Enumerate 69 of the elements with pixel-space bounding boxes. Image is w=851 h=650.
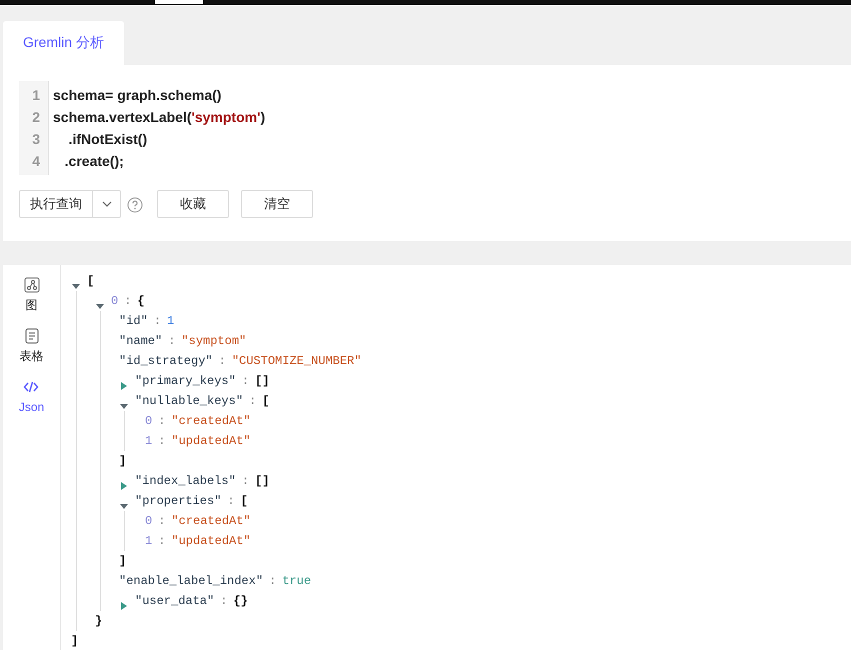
json-value: 1 [167, 313, 174, 330]
json-key: "properties" [135, 491, 222, 511]
bracket: [ [240, 493, 248, 510]
code-icon [23, 379, 40, 395]
line-number: 1 [31, 86, 40, 105]
json-key: "id" [119, 311, 148, 331]
document-icon [24, 328, 40, 344]
json-key: "id_strategy" [119, 351, 213, 371]
separator: : [158, 513, 166, 530]
json-value: "CUSTOMIZE_NUMBER" [232, 353, 362, 370]
active-indicator [155, 0, 203, 4]
graph-icon [24, 277, 40, 293]
code-line: schema.vertexLabel('symptom') [53, 108, 266, 127]
caret-icon [102, 201, 112, 207]
bracket: {} [233, 593, 248, 610]
bracket: ] [119, 453, 126, 470]
separator: : [269, 573, 276, 590]
separator: : [124, 293, 132, 310]
code-editor[interactable]: 1 2 3 4 schema= graph.schema() schema.vertexLabel('symptom') .ifNotExist() .create(); [19, 81, 835, 175]
index-label: 0 [145, 513, 152, 530]
index-label: 0 [111, 293, 118, 310]
index-label: 1 [145, 433, 152, 450]
json-value: "symptom" [181, 333, 246, 350]
bracket: [] [255, 473, 270, 490]
json-value: "createdAt" [171, 513, 251, 530]
json-value: "updatedAt" [171, 433, 251, 450]
line-number: 4 [31, 152, 40, 171]
code-line: schema= graph.schema() [53, 86, 222, 105]
line-number: 2 [31, 108, 40, 127]
json-key: "primary_keys" [135, 371, 236, 391]
bracket: } [95, 613, 102, 630]
tab[interactable]: Gremlin 分析 [3, 21, 124, 65]
action-button[interactable]: 清空 [241, 190, 313, 218]
line-number: 3 [31, 130, 40, 149]
separator: : [242, 473, 250, 490]
json-value: "updatedAt" [171, 533, 251, 550]
action-button[interactable]: 收藏 [157, 190, 229, 218]
json-value: "createdAt" [171, 413, 251, 430]
bracket: [] [255, 373, 270, 390]
separator: : [168, 333, 176, 350]
bracket: [ [87, 273, 94, 290]
sidebar-item[interactable]: 图 [24, 277, 40, 314]
code-line: .ifNotExist() [68, 130, 148, 149]
json-key: "index_labels" [135, 471, 236, 491]
bracket: { [137, 293, 145, 310]
help-icon[interactable] [127, 196, 143, 213]
json-key: "enable_label_index" [119, 571, 264, 591]
json-key: "user_data" [135, 591, 214, 611]
separator: : [158, 413, 166, 430]
json-value: true [282, 573, 312, 590]
run-query-button[interactable]: 执行查询 [19, 190, 93, 218]
separator: : [249, 393, 256, 410]
separator: : [220, 593, 228, 610]
bracket: [ [262, 393, 270, 410]
sidebar-item[interactable]: Json [18, 379, 44, 416]
separator: : [154, 313, 162, 330]
index-label: 1 [145, 533, 152, 550]
separator: : [218, 353, 226, 370]
bracket: ] [119, 553, 126, 570]
separator: : [242, 373, 250, 390]
json-key: "name" [119, 331, 162, 351]
separator: : [227, 493, 235, 510]
sidebar-item[interactable]: 表格 [20, 328, 44, 365]
separator: : [158, 433, 166, 450]
bracket: ] [71, 633, 78, 650]
json-key: "nullable_keys" [135, 391, 244, 411]
separator: : [158, 533, 166, 550]
code-line: .create(); [64, 152, 125, 171]
index-label: 0 [145, 413, 152, 430]
